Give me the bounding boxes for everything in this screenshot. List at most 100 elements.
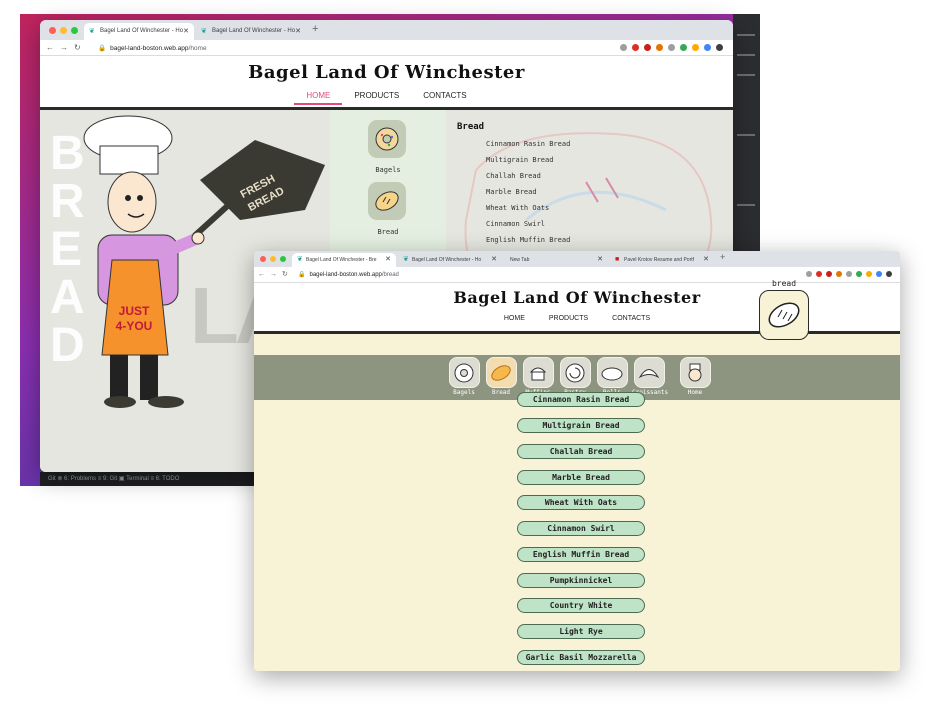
product-button[interactable]: Pumpkinnickel [517, 573, 645, 588]
category-home[interactable]: Home [678, 357, 712, 396]
close-tab-icon[interactable]: ✕ [183, 23, 189, 40]
nav-products[interactable]: PRODUCTS [537, 315, 600, 322]
roll-icon [601, 367, 623, 380]
extension-grey-icon[interactable] [668, 44, 675, 51]
list-item[interactable]: Multigrain Bread [486, 156, 553, 164]
extension-green-icon[interactable] [856, 271, 862, 277]
lock-icon: 🔒 [98, 45, 107, 52]
category-bagels[interactable]: Bagels [447, 357, 481, 396]
extension-green-icon[interactable] [680, 44, 687, 51]
extension-grey-icon[interactable] [846, 271, 852, 277]
list-item[interactable]: Cinnamon Rasin Bread [486, 140, 570, 148]
donut-icon [375, 127, 399, 151]
nav-buttons[interactable]: ←→↻ [258, 270, 293, 278]
list-heading: Bread [457, 122, 485, 132]
tab-label: Bagel Land Of Winchester - Bre [306, 257, 377, 263]
screenshot-stage: Git ⊗ 6: Problems ≡ 9: Git ▣ Terminal ≡ … [0, 0, 940, 720]
extension-blue-icon[interactable] [876, 271, 882, 277]
category-pastry[interactable]: Pastry [558, 357, 592, 396]
muffin-icon [529, 367, 547, 380]
close-tab-icon[interactable]: ✕ [491, 253, 497, 267]
category-bread[interactable]: Bread [484, 357, 518, 396]
close-window-button[interactable] [260, 256, 266, 262]
url-field[interactable]: 🔒 bagel-land-boston.web.app/home [98, 44, 207, 52]
extension-shield-icon[interactable] [644, 44, 651, 51]
list-item[interactable]: Challah Bread [486, 172, 541, 180]
category-muffins[interactable]: Muffins [521, 357, 555, 396]
nav-home[interactable]: HOME [294, 91, 343, 105]
category-rolls[interactable]: Rolls [595, 357, 629, 396]
window-controls [49, 27, 78, 34]
extensions-bar[interactable] [620, 44, 723, 51]
product-button[interactable]: Cinnamon Rasin Bread [517, 392, 645, 407]
product-button[interactable]: Marble Bread [517, 470, 645, 485]
url-field[interactable]: 🔒 bagel-land-boston.web.app/bread [298, 271, 399, 278]
chef-hat-icon [83, 115, 173, 175]
lock-icon: 🔒 [298, 272, 306, 278]
bagel-favicon-icon: ❦ [89, 28, 95, 35]
minimize-window-button[interactable] [60, 27, 67, 34]
extension-red-icon[interactable] [632, 44, 639, 51]
extension-yellow-icon[interactable] [866, 271, 872, 277]
extension-red-icon[interactable] [816, 271, 822, 277]
list-item[interactable]: Cinnamon Swirl [486, 220, 545, 228]
category-bread[interactable]: Bread [368, 182, 408, 236]
list-item[interactable]: English Muffin Bread [486, 236, 570, 244]
product-button[interactable]: Garlic Basil Mozzarella [517, 650, 645, 665]
extension-orange-icon[interactable] [656, 44, 663, 51]
product-button[interactable]: Country White [517, 598, 645, 613]
tab-bread[interactable]: ❦ Bagel Land Of Winchester - Bre ✕ [292, 253, 396, 267]
tab-home[interactable]: ❦ Bagel Land Of Winchester - Ho ✕ [84, 23, 194, 40]
extension-yellow-icon[interactable] [692, 44, 699, 51]
new-tab-button[interactable]: + [720, 252, 725, 262]
close-window-button[interactable] [49, 27, 56, 34]
category-bagels[interactable]: Bagels [368, 120, 408, 174]
extensions-bar[interactable] [806, 271, 892, 277]
close-tab-icon[interactable]: ✕ [597, 253, 603, 267]
profile-avatar-icon[interactable] [886, 271, 892, 277]
front-browser-window[interactable]: ❦ Bagel Land Of Winchester - Bre ✕ ❦ Bag… [254, 251, 900, 671]
nav-contacts[interactable]: CONTACTS [411, 91, 478, 105]
maximize-window-button[interactable] [71, 27, 78, 34]
list-item[interactable]: Marble Bread [486, 188, 537, 196]
extension-shield-icon[interactable] [826, 271, 832, 277]
nav-products[interactable]: PRODUCTS [342, 91, 411, 105]
category-croissants[interactable]: Croissants [632, 357, 668, 396]
product-list: Cinnamon Rasin Bread Multigrain Bread Ch… [254, 392, 900, 671]
donut-icon [454, 363, 474, 382]
current-category-badge: bread [754, 279, 814, 340]
tab-new-tab[interactable]: New Tab ✕ [504, 253, 608, 267]
nav-contacts[interactable]: CONTACTS [600, 315, 662, 322]
close-tab-icon[interactable]: ✕ [385, 253, 391, 267]
category-label: Bagels [375, 166, 401, 174]
tab-resume[interactable]: ■ Pavel Krotov Resume and Portf ✕ [610, 253, 714, 267]
star-icon[interactable] [620, 44, 627, 51]
baker-face [107, 171, 157, 233]
product-button[interactable]: Multigrain Bread [517, 418, 645, 433]
tab-home[interactable]: ❦ Bagel Land Of Winchester - Ho ✕ [398, 253, 502, 267]
product-button[interactable]: Light Rye [517, 624, 645, 639]
tab-home-2[interactable]: ❦ Bagel Land Of Winchester - Ho ✕ [196, 23, 306, 40]
close-tab-icon[interactable]: ✕ [703, 253, 709, 267]
product-button[interactable]: Challah Bread [517, 444, 645, 459]
category-label: Home [687, 389, 703, 396]
extension-orange-icon[interactable] [836, 271, 842, 277]
url-path: /bread [381, 272, 399, 278]
product-button[interactable]: English Muffin Bread [517, 547, 645, 562]
nav-home[interactable]: HOME [492, 315, 537, 322]
back-tab-strip: ❦ Bagel Land Of Winchester - Ho ✕ ❦ Bage… [40, 20, 733, 40]
extension-blue-icon[interactable] [704, 44, 711, 51]
list-item[interactable]: Wheat With Oats [486, 204, 549, 212]
resume-favicon-icon: ■ [615, 256, 620, 263]
new-tab-button[interactable]: + [312, 23, 318, 35]
profile-avatar-icon[interactable] [716, 44, 723, 51]
close-tab-icon[interactable]: ✕ [295, 23, 301, 40]
front-tab-strip: ❦ Bagel Land Of Winchester - Bre ✕ ❦ Bag… [254, 251, 900, 267]
maximize-window-button[interactable] [280, 256, 286, 262]
product-button[interactable]: Cinnamon Swirl [517, 521, 645, 536]
back-address-bar: ←→↻ 🔒 bagel-land-boston.web.app/home [40, 40, 733, 56]
nav-buttons[interactable]: ←→↻ [46, 43, 87, 52]
star-icon[interactable] [806, 271, 812, 277]
minimize-window-button[interactable] [270, 256, 276, 262]
product-button[interactable]: Wheat With Oats [517, 495, 645, 510]
